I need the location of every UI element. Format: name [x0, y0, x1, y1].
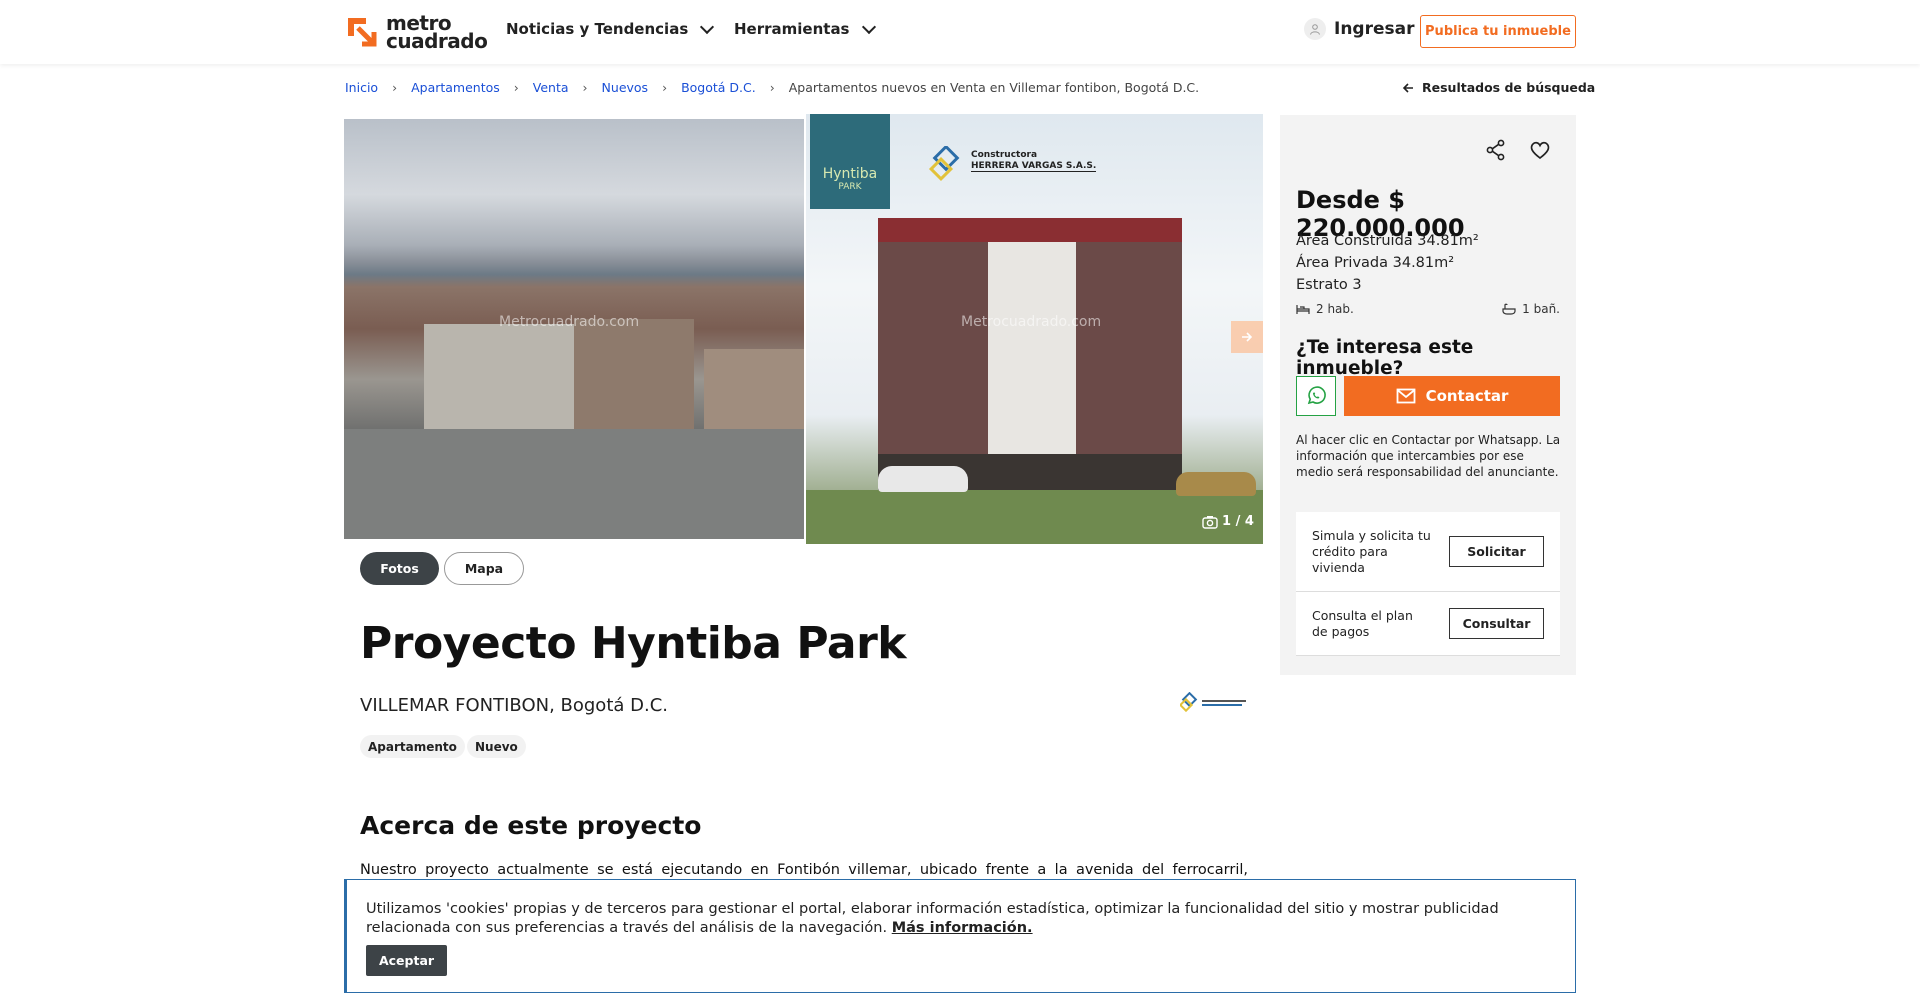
interest-heading: ¿Te interesa este inmueble?: [1296, 337, 1474, 379]
bathrooms-label: 1 bañ.: [1522, 302, 1560, 316]
cookie-text: Utilizamos 'cookies' propias y de tercer…: [366, 900, 1556, 938]
project-sign: Hyntiba PARK: [810, 114, 890, 209]
share-icon[interactable]: [1484, 138, 1508, 162]
request-credit-button[interactable]: Solicitar: [1449, 536, 1544, 567]
contact-disclaimer: Al hacer clic en Contactar por Whatsapp.…: [1296, 433, 1561, 479]
payment-plan-row: Consulta el plan de pagos Consultar: [1296, 592, 1560, 656]
site-logo[interactable]: metro cuadrado: [344, 13, 488, 53]
watermark: Metrocuadrado.com: [961, 314, 1102, 330]
user-icon: [1304, 18, 1326, 40]
photo-counter-text: 1 / 4: [1222, 514, 1254, 529]
nav-news-label: Noticias y Tendencias: [506, 20, 689, 38]
car-gold: [1176, 472, 1256, 496]
logo-icon: [348, 18, 377, 47]
rooms-summary: 2 hab. 1 bañ.: [1296, 302, 1560, 316]
construction-building: [424, 324, 574, 434]
arrow-right-icon: [1242, 332, 1253, 342]
login-button[interactable]: Ingresar: [1304, 18, 1414, 40]
bathrooms: 1 bañ.: [1502, 302, 1560, 316]
login-label: Ingresar: [1334, 19, 1415, 39]
contact-label: Contactar: [1425, 387, 1509, 405]
breadcrumb-separator: ›: [769, 80, 775, 95]
chevron-down-icon: [700, 19, 715, 34]
mail-icon: [1396, 388, 1415, 404]
credit-simulation-row: Simula y solicita tu crédito para vivien…: [1296, 512, 1560, 592]
lawn: [806, 490, 1263, 544]
breadcrumb-apartments[interactable]: Apartamentos: [411, 80, 500, 95]
breadcrumb-city[interactable]: Bogotá D.C.: [681, 80, 756, 95]
gallery-next-button[interactable]: [1231, 321, 1263, 353]
listing-location: VILLEMAR FONTIBON, Bogotá D.C.: [360, 695, 669, 716]
breadcrumb-current: Apartamentos nuevos en Venta en Villemar…: [788, 80, 1200, 95]
rendered-building: [878, 218, 1182, 494]
site-header: metro cuadrado Noticias y Tendencias Her…: [0, 0, 1920, 64]
nav-news-trends[interactable]: Noticias y Tendencias: [506, 19, 715, 38]
consult-payment-button[interactable]: Consultar: [1449, 608, 1544, 639]
project-sign-name: Hyntiba: [822, 166, 878, 182]
breadcrumb-separator: ›: [392, 80, 398, 95]
breadcrumb-separator: ›: [662, 80, 668, 95]
cookie-more-info-link[interactable]: Más información.: [892, 920, 1033, 936]
whatsapp-icon: [1307, 386, 1326, 405]
private-area: Área Privada 34.81m²: [1296, 255, 1455, 271]
street: [344, 429, 804, 539]
car-white: [878, 466, 968, 492]
photo-counter: 1 / 4: [1202, 514, 1254, 529]
watermark: Metrocuadrado.com: [499, 314, 640, 330]
bathtub-icon: [1502, 303, 1516, 315]
whatsapp-button[interactable]: [1296, 376, 1336, 416]
built-area: Área Construida 34.81m²: [1296, 233, 1479, 249]
bedrooms-label: 2 hab.: [1316, 302, 1354, 316]
breadcrumb-separator: ›: [582, 80, 588, 95]
chevron-down-icon: [861, 19, 876, 34]
bed-icon: [1296, 305, 1310, 314]
breadcrumb-separator: ›: [513, 80, 519, 95]
price-sidebar: Desde $ 220.000.000 Área Construida 34.8…: [1280, 115, 1576, 675]
tag-new: Nuevo: [467, 735, 526, 758]
strata: Estrato 3: [1296, 277, 1362, 293]
bedrooms: 2 hab.: [1296, 302, 1354, 316]
about-heading: Acerca de este proyecto: [360, 811, 702, 840]
contact-button[interactable]: Contactar: [1344, 376, 1560, 416]
builder-name-line1: Constructora: [971, 150, 1038, 160]
tab-photos[interactable]: Fotos: [360, 552, 439, 585]
builder-logo-icon: [928, 146, 960, 182]
builder-name-line2: HERRERA VARGAS S.A.S.: [971, 161, 1097, 172]
breadcrumb-sale[interactable]: Venta: [533, 80, 569, 95]
gallery-photo-city[interactable]: Metrocuadrado.com: [344, 119, 804, 539]
camera-icon: [1202, 515, 1218, 529]
breadcrumb-home[interactable]: Inicio: [345, 80, 378, 95]
payment-plan-text: Consulta el plan de pagos: [1312, 607, 1413, 639]
nav-tools-label: Herramientas: [734, 20, 850, 38]
back-to-results-link[interactable]: Resultados de búsqueda: [1402, 80, 1595, 95]
gallery-photo-render[interactable]: Hyntiba PARK Constructora HERRERA VARGAS…: [806, 114, 1263, 544]
cookie-accept-button[interactable]: Aceptar: [366, 945, 447, 976]
credit-simulation-text: Simula y solicita tu crédito para vivien…: [1312, 527, 1431, 575]
logo-text-line2: cuadrado: [386, 29, 488, 53]
cookie-banner: Utilizamos 'cookies' propias y de tercer…: [344, 879, 1576, 993]
breadcrumb: Inicio › Apartamentos › Venta › Nuevos ›…: [345, 80, 1199, 95]
builder-small-logo: [1180, 692, 1246, 713]
nav-tools[interactable]: Herramientas: [734, 19, 876, 38]
breadcrumb-new[interactable]: Nuevos: [602, 80, 649, 95]
financing-card: Simula y solicita tu crédito para vivien…: [1296, 512, 1560, 656]
project-sign-sub: PARK: [838, 182, 862, 192]
listing-title: Proyecto Hyntiba Park: [360, 618, 907, 669]
publish-property-button[interactable]: Publica tu inmueble: [1420, 15, 1576, 48]
tall-building: [704, 349, 804, 439]
arrow-left-icon: [1402, 82, 1413, 93]
heart-icon[interactable]: [1528, 138, 1552, 162]
back-to-results-label: Resultados de búsqueda: [1422, 80, 1596, 95]
tab-map[interactable]: Mapa: [444, 552, 524, 585]
tag-apartment: Apartamento: [360, 735, 465, 758]
